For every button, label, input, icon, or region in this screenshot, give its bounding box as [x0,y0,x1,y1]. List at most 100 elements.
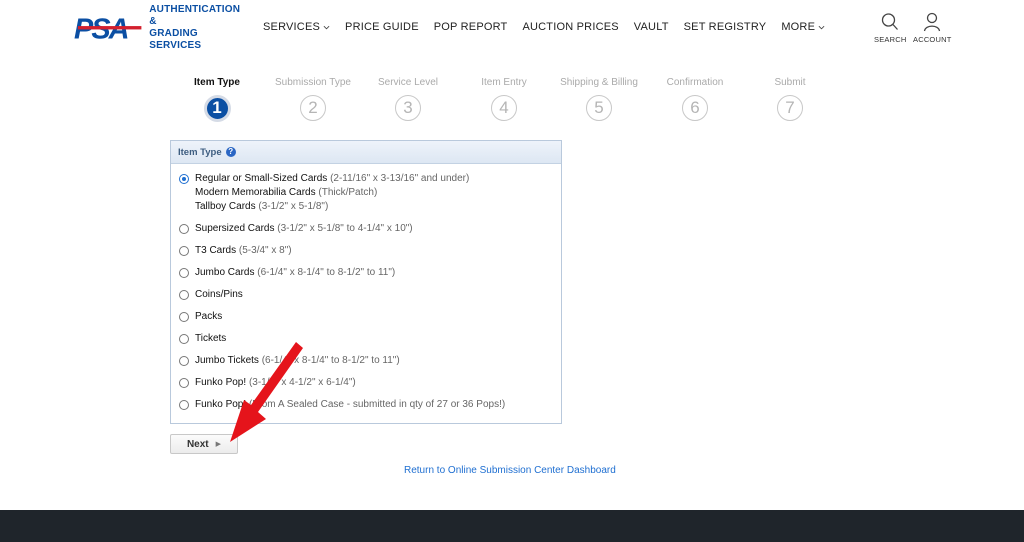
radio-button[interactable] [179,312,189,322]
site-footer [0,510,1024,542]
site-header: PSA AUTHENTICATION & GRADING SERVICES SE… [0,0,1024,56]
step-number: 7 [777,95,803,121]
search-label: SEARCH [874,35,907,44]
submission-stepper: Item Type 1 Submission Type 2 Service Level 3… [168,77,838,127]
option-line: Jumbo Cards (6-1/4" x 8-1/4" to 8-1/2" t… [195,266,395,280]
step-6: Confirmation 6 [645,77,745,121]
help-icon[interactable]: ? [225,147,236,157]
step-label: Submit [774,77,806,88]
step-5: Shipping & Billing 5 [549,77,649,121]
radio-button[interactable] [179,174,189,184]
option-text: Coins/Pins [195,288,243,302]
step-number: 4 [491,95,517,121]
search-icon [882,13,899,30]
option-dimensions: (From A Sealed Case - submitted in qty o… [248,399,506,410]
item-type-option[interactable]: Tickets [171,332,561,346]
item-type-panel: Item Type ? Regular or Small-Sized Cards… [170,140,562,424]
search-button[interactable]: SEARCH [874,12,906,44]
radio-button[interactable] [179,224,189,234]
step-number: 5 [586,95,612,121]
item-type-option[interactable]: Coins/Pins [171,288,561,302]
option-text: Tickets [195,332,226,346]
step-label: Item Entry [481,77,527,88]
option-name: T3 Cards [195,245,237,256]
dashboard-link[interactable]: Return to Online Submission Center Dashb… [404,465,616,476]
nav-item-set-registry[interactable]: SET REGISTRY [684,21,767,33]
option-line: Funko Pop! (3-1/2" x 4-1/2" x 6-1/4") [195,376,356,390]
account-button[interactable]: ACCOUNT [913,12,951,44]
panel-header: Item Type ? [171,141,561,164]
option-dimensions: (6-1/4" x 8-1/4" to 8-1/2" to 11") [257,267,396,278]
item-type-option[interactable]: Jumbo Tickets (6-1/4" x 8-1/4" to 8-1/2"… [171,354,561,368]
next-button[interactable]: Next ▶ [170,434,238,454]
chevron-down-icon [323,25,330,29]
item-type-option[interactable]: Supersized Cards (3-1/2" x 5-1/8" to 4-1… [171,222,561,236]
option-line: Regular or Small-Sized Cards (2-11/16" x… [195,172,469,186]
chevron-right-icon: ▶ [215,441,222,448]
option-dimensions: (3-1/2" x 4-1/2" x 6-1/4") [248,377,356,388]
option-name: Funko Pop! [195,399,247,410]
psa-logo[interactable]: PSA AUTHENTICATION & GRADING SERVICES [74,4,249,51]
item-type-option[interactable]: Funko Pop! (3-1/2" x 4-1/2" x 6-1/4") [171,376,561,390]
step-label: Confirmation [666,77,724,88]
step-number: 6 [682,95,708,121]
nav-item-price-guide[interactable]: PRICE GUIDE [345,21,419,33]
item-type-option[interactable]: Regular or Small-Sized Cards (2-11/16" x… [171,172,561,214]
option-line: Funko Pop! (From A Sealed Case - submitt… [195,398,505,412]
item-type-option[interactable]: Funko Pop! (From A Sealed Case - submitt… [171,398,561,412]
option-name: Funko Pop! [195,377,247,388]
option-name: Packs [195,311,223,322]
option-text: Jumbo Cards (6-1/4" x 8-1/4" to 8-1/2" t… [195,266,395,280]
item-type-options: Regular or Small-Sized Cards (2-11/16" x… [171,172,561,420]
option-line: Tickets [195,332,226,346]
step-label: Shipping & Billing [560,77,638,88]
radio-button[interactable] [179,400,189,410]
psa-logo-mark: PSA [74,14,142,42]
nav-item-more[interactable]: MORE [781,21,825,33]
option-name: Jumbo Cards [195,267,255,278]
radio-button[interactable] [179,356,189,366]
nav-item-services[interactable]: SERVICES [263,21,330,33]
nav-item-auction-prices[interactable]: AUCTION PRICES [522,21,618,33]
radio-button[interactable] [179,290,189,300]
radio-button[interactable] [179,268,189,278]
option-dimensions: (3-1/2" x 5-1/8") [258,201,329,212]
item-type-option[interactable]: Packs [171,310,561,324]
option-text: Regular or Small-Sized Cards (2-11/16" x… [195,172,469,214]
option-text: Packs [195,310,222,324]
logo-tagline: AUTHENTICATION & GRADING SERVICES [149,4,241,51]
account-label: ACCOUNT [913,35,952,44]
step-label: Submission Type [275,77,351,88]
main-nav: SERVICES PRICE GUIDE POP REPORT AUCTION PRI… [263,21,840,33]
radio-button[interactable] [179,246,189,256]
item-type-option[interactable]: T3 Cards (5-3/4" x 8") [171,244,561,258]
step-number: 2 [300,95,326,121]
radio-button[interactable] [179,378,189,388]
option-line: Coins/Pins [195,288,243,302]
option-line: Modern Memorabilia Cards (Thick/Patch) [195,186,469,200]
option-line: Tallboy Cards (3-1/2" x 5-1/8") [195,200,469,214]
radio-button[interactable] [179,334,189,344]
item-type-option[interactable]: Jumbo Cards (6-1/4" x 8-1/4" to 8-1/2" t… [171,266,561,280]
option-name: Tickets [195,333,227,344]
next-label: Next [186,438,209,450]
step-2: Submission Type 2 [263,77,363,121]
option-line: T3 Cards (5-3/4" x 8") [195,244,292,258]
logo-stripe [77,26,142,30]
option-name: Tallboy Cards [195,201,256,212]
nav-item-pop-report[interactable]: POP REPORT [434,21,508,33]
option-text: Funko Pop! (From A Sealed Case - submitt… [195,398,505,412]
option-text: Funko Pop! (3-1/2" x 4-1/2" x 6-1/4") [195,376,356,390]
step-number: 1 [203,95,231,122]
option-dimensions: (Thick/Patch) [318,187,378,198]
chevron-down-icon [818,25,825,29]
option-dimensions: (6-1/4" x 8-1/4" to 8-1/2" to 11") [261,355,400,366]
step-number: 3 [395,95,421,121]
step-7: Submit 7 [740,77,840,121]
step-label: Item Type [194,77,240,88]
option-dimensions: (3-1/2" x 5-1/8" to 4-1/4" x 10") [277,223,413,234]
option-name: Jumbo Tickets [195,355,259,366]
step-3: Service Level 3 [358,77,458,121]
option-name: Modern Memorabilia Cards [195,187,316,198]
nav-item-vault[interactable]: VAULT [634,21,669,33]
